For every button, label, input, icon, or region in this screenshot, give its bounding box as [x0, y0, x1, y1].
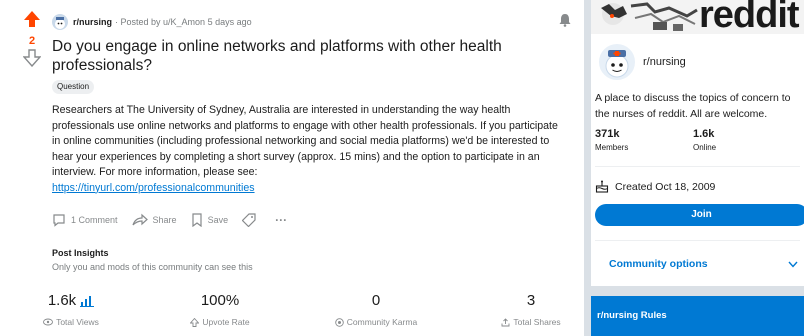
- online-count: 1.6k: [693, 128, 715, 140]
- subreddit-icon[interactable]: [52, 14, 68, 30]
- rules-title: r/nursing Rules: [597, 310, 667, 321]
- stat-label-text: Community Karma: [346, 317, 418, 327]
- join-button[interactable]: Join: [595, 204, 804, 226]
- stat-label: Upvote Rate: [165, 317, 275, 327]
- stat-community-karma: 0 Community Karma: [321, 292, 431, 327]
- cake-icon: [595, 180, 609, 193]
- stat-upvote-rate: 100% Upvote Rate: [165, 292, 275, 327]
- save-icon: [191, 213, 202, 227]
- sidebar-divider: [595, 240, 800, 241]
- community-banner: reddit: [591, 0, 804, 34]
- community-name[interactable]: r/nursing: [643, 56, 686, 68]
- stat-label: Total Shares: [476, 317, 586, 327]
- post-flair[interactable]: Question: [52, 80, 95, 94]
- post-title[interactable]: Do you engage in online networks and pla…: [52, 37, 552, 75]
- post-link[interactable]: https://tinyurl.com/professionalcommunit…: [52, 182, 255, 194]
- members-label: Members: [595, 143, 629, 152]
- vote-column: 2: [20, 10, 44, 72]
- subreddit-link[interactable]: r/nursing: [73, 17, 112, 27]
- chevron-down-icon: [788, 261, 798, 268]
- share-button[interactable]: Share: [131, 213, 177, 227]
- eye-icon: [43, 318, 54, 326]
- bell-icon[interactable]: [558, 13, 572, 27]
- community-options-label: Community options: [609, 258, 708, 270]
- share-total-icon: [501, 317, 510, 326]
- stat-value: 100%: [200, 292, 240, 309]
- upvote-arrow-icon[interactable]: [23, 10, 41, 28]
- members-count: 371k: [595, 128, 620, 140]
- tag-button[interactable]: [242, 213, 261, 227]
- post-actions: 1 Comment Share Save ···: [52, 210, 301, 230]
- vote-count: 2: [28, 35, 36, 47]
- downvote-arrow-icon[interactable]: [22, 49, 42, 68]
- online-stat: 1.6k Online: [693, 128, 716, 152]
- share-icon: [131, 213, 148, 226]
- more-options-button[interactable]: ···: [275, 213, 287, 227]
- online-label: Online: [693, 143, 717, 152]
- post-meta: r/nursing · Posted by u/K_Amon 5 days ag…: [52, 13, 252, 31]
- stat-value: 0: [371, 292, 381, 309]
- save-label: Save: [207, 215, 229, 225]
- more-options-label: ···: [275, 213, 288, 227]
- banner-wordmark: reddit: [699, 0, 800, 34]
- stat-label: Community Karma: [321, 317, 431, 327]
- insights-title: Post Insights: [52, 248, 109, 258]
- tag-icon: [242, 213, 256, 227]
- upvote-rate-icon: [190, 317, 200, 327]
- rules-panel-header: r/nursing Rules: [591, 296, 804, 336]
- created-date: Created Oct 18, 2009: [595, 180, 715, 193]
- stat-total-shares: 3 Total Shares: [476, 292, 586, 327]
- sidebar-divider: [595, 166, 800, 167]
- members-stat: 371k Members: [595, 128, 628, 152]
- stat-label: Total Views: [16, 317, 126, 327]
- stat-value: 3: [526, 292, 536, 309]
- post-body: Researchers at The University of Sydney,…: [52, 103, 560, 196]
- community-avatar[interactable]: [597, 42, 637, 82]
- stat-total-views: 1.6k Total Views: [16, 292, 126, 327]
- community-description: A place to discuss the topics of concern…: [595, 92, 791, 120]
- page: 2 r/nursing · Posted by u/K_Amon 5 days …: [0, 0, 804, 336]
- stat-label-text: Upvote Rate: [202, 317, 250, 327]
- karma-icon: [335, 317, 344, 327]
- comment-label: 1 Comment: [71, 215, 118, 225]
- posted-by: · Posted by u/K_Amon 5 days ago: [115, 17, 252, 27]
- community-sidebar: reddit r/nursing A place to discuss the …: [591, 0, 804, 286]
- stat-value: 1.6k: [16, 292, 126, 309]
- comment-button[interactable]: 1 Comment: [52, 213, 118, 227]
- stat-value-text: 1.6k: [47, 292, 77, 309]
- community-options-toggle[interactable]: Community options: [595, 250, 800, 278]
- created-date-text: Created Oct 18, 2009: [615, 180, 716, 193]
- bar-chart-icon[interactable]: [80, 295, 95, 307]
- stat-label-text: Total Views: [56, 317, 99, 327]
- insights-subtitle: Only you and mods of this community can …: [52, 262, 253, 272]
- post-card: 2 r/nursing · Posted by u/K_Amon 5 days …: [0, 0, 584, 336]
- share-label: Share: [152, 215, 177, 225]
- post-body-text: Researchers at The University of Sydney,…: [52, 104, 558, 178]
- comment-icon: [53, 214, 65, 227]
- save-button[interactable]: Save: [191, 213, 229, 227]
- stat-label-text: Total Shares: [513, 317, 561, 327]
